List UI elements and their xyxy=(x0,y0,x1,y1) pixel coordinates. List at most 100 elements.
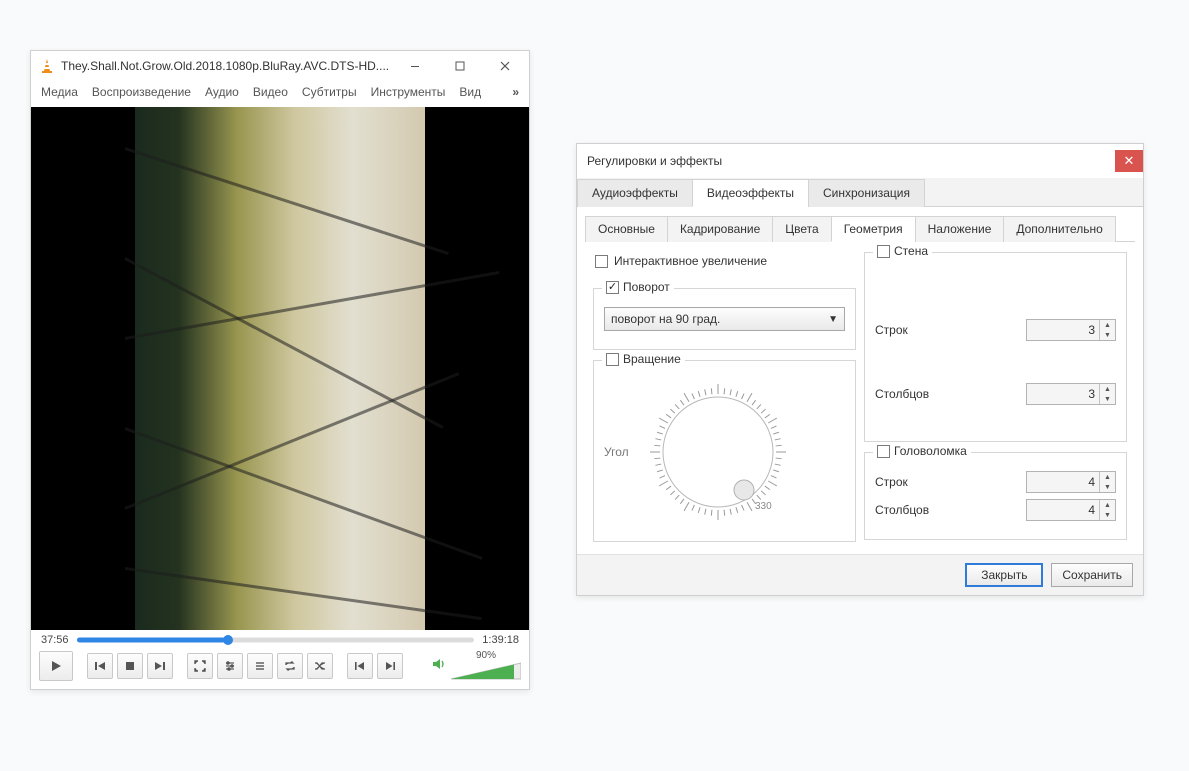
puzzle-cols-value: 4 xyxy=(1088,503,1095,517)
rotate-selected: поворот на 90 град. xyxy=(611,312,720,326)
subtab-colors[interactable]: Цвета xyxy=(772,216,831,242)
subtab-basic[interactable]: Основные xyxy=(585,216,668,242)
rotate-dropdown[interactable]: поворот на 90 град. ▼ xyxy=(604,307,845,331)
subtab-geometry[interactable]: Геометрия xyxy=(831,216,916,242)
wall-cols-value: 3 xyxy=(1088,387,1095,401)
checkbox-icon xyxy=(877,245,890,258)
puzzle-label: Головоломка xyxy=(894,444,967,458)
tab-audio-effects[interactable]: Аудиоэффекты xyxy=(577,179,693,207)
wall-cols-label: Столбцов xyxy=(875,387,1026,401)
vlc-cone-icon xyxy=(39,58,55,74)
chevron-down-icon[interactable]: ▼ xyxy=(1100,510,1115,520)
video-area[interactable] xyxy=(31,107,529,630)
menu-media[interactable]: Медиа xyxy=(35,83,84,101)
seek-slider[interactable] xyxy=(77,635,475,645)
menu-tools[interactable]: Инструменты xyxy=(365,83,452,101)
effects-footer: Закрыть Сохранить xyxy=(577,554,1143,595)
effects-title: Регулировки и эффекты xyxy=(587,154,722,168)
titlebar[interactable]: They.Shall.Not.Grow.Old.2018.1080p.BluRa… xyxy=(31,51,529,81)
chevron-down-icon: ▼ xyxy=(828,314,838,325)
chevron-down-icon[interactable]: ▼ xyxy=(1100,330,1115,340)
puzzle-cols-label: Столбцов xyxy=(875,503,1026,517)
wall-group: Стена Строк 3 ▲▼ Столбцов 3 xyxy=(864,252,1127,442)
rotate-group: Поворот поворот на 90 град. ▼ xyxy=(593,288,856,350)
wall-label: Стена xyxy=(894,244,928,258)
speaker-icon[interactable] xyxy=(431,656,447,675)
video-frame xyxy=(135,107,425,630)
wall-checkbox[interactable]: Стена xyxy=(873,244,932,258)
menu-view[interactable]: Вид xyxy=(453,83,487,101)
volume-percent: 90% xyxy=(476,650,496,661)
loop-button[interactable] xyxy=(277,653,303,679)
tab-sync[interactable]: Синхронизация xyxy=(808,179,925,207)
wall-cols-stepper[interactable]: 3 ▲▼ xyxy=(1026,383,1116,405)
puzzle-group: Головоломка Строк 4 ▲▼ Столбцов 4 ▲▼ xyxy=(864,452,1127,540)
menubar: Медиа Воспроизведение Аудио Видео Субтит… xyxy=(31,81,529,107)
volume-slider[interactable] xyxy=(451,661,521,681)
chevron-up-icon[interactable]: ▲ xyxy=(1100,320,1115,330)
interactive-zoom-label: Интерактивное увеличение xyxy=(614,254,767,268)
playlist-button[interactable] xyxy=(247,653,273,679)
rotate-checkbox[interactable]: Поворот xyxy=(602,280,674,294)
rotation-angle-tick: 330 xyxy=(755,501,772,512)
skip-back-button[interactable] xyxy=(347,653,373,679)
chevron-up-icon[interactable]: ▲ xyxy=(1100,472,1115,482)
puzzle-rows-label: Строк xyxy=(875,475,1026,489)
subtab-advanced[interactable]: Дополнительно xyxy=(1003,216,1115,242)
interactive-zoom-checkbox[interactable]: Интерактивное увеличение xyxy=(593,252,856,278)
rotation-dial[interactable]: 330 xyxy=(643,377,793,527)
subtab-crop[interactable]: Кадрирование xyxy=(667,216,773,242)
puzzle-rows-value: 4 xyxy=(1088,475,1095,489)
checkbox-icon xyxy=(606,281,619,294)
minimize-button[interactable] xyxy=(392,52,437,80)
rotation-label: Вращение xyxy=(623,352,681,366)
chevron-down-icon[interactable]: ▼ xyxy=(1100,482,1115,492)
shuffle-button[interactable] xyxy=(307,653,333,679)
window-title: They.Shall.Not.Grow.Old.2018.1080p.BluRa… xyxy=(61,59,392,73)
rotation-group: Вращение Угол 330 xyxy=(593,360,856,542)
chevron-up-icon[interactable]: ▲ xyxy=(1100,500,1115,510)
close-button[interactable]: Закрыть xyxy=(965,563,1043,587)
save-button[interactable]: Сохранить xyxy=(1051,563,1133,587)
close-button[interactable] xyxy=(482,52,527,80)
rotation-angle-label: Угол xyxy=(604,445,629,459)
wall-rows-label: Строк xyxy=(875,323,1026,337)
maximize-button[interactable] xyxy=(437,52,482,80)
next-track-button[interactable] xyxy=(147,653,173,679)
chevron-up-icon[interactable]: ▲ xyxy=(1100,384,1115,394)
puzzle-rows-stepper[interactable]: 4 ▲▼ xyxy=(1026,471,1116,493)
menu-subtitles[interactable]: Субтитры xyxy=(296,83,363,101)
stop-button[interactable] xyxy=(117,653,143,679)
vlc-main-window: They.Shall.Not.Grow.Old.2018.1080p.BluRa… xyxy=(30,50,530,690)
video-effects-subtabstrip: Основные Кадрирование Цвета Геометрия На… xyxy=(585,215,1135,242)
controls-row: 90% xyxy=(31,648,529,689)
extended-settings-button[interactable] xyxy=(217,653,243,679)
skip-fwd-button[interactable] xyxy=(377,653,403,679)
checkbox-icon xyxy=(606,353,619,366)
menu-overflow-icon[interactable]: » xyxy=(506,85,525,99)
prev-track-button[interactable] xyxy=(87,653,113,679)
rotation-checkbox[interactable]: Вращение xyxy=(602,352,685,366)
effects-titlebar[interactable]: Регулировки и эффекты ✕ xyxy=(577,144,1143,178)
checkbox-icon xyxy=(595,255,608,268)
subtab-overlay[interactable]: Наложение xyxy=(915,216,1005,242)
time-total[interactable]: 1:39:18 xyxy=(482,634,519,646)
rotate-label: Поворот xyxy=(623,280,670,294)
wall-rows-stepper[interactable]: 3 ▲▼ xyxy=(1026,319,1116,341)
puzzle-cols-stepper[interactable]: 4 ▲▼ xyxy=(1026,499,1116,521)
puzzle-checkbox[interactable]: Головоломка xyxy=(873,444,971,458)
tab-video-effects[interactable]: Видеоэффекты xyxy=(692,179,809,207)
effects-close-button[interactable]: ✕ xyxy=(1115,150,1143,172)
wall-rows-value: 3 xyxy=(1088,323,1095,337)
chevron-down-icon[interactable]: ▼ xyxy=(1100,394,1115,404)
play-button[interactable] xyxy=(39,651,73,681)
menu-audio[interactable]: Аудио xyxy=(199,83,245,101)
effects-dialog: Регулировки и эффекты ✕ Аудиоэффекты Вид… xyxy=(576,143,1144,596)
menu-playback[interactable]: Воспроизведение xyxy=(86,83,197,101)
time-elapsed[interactable]: 37:56 xyxy=(41,634,69,646)
seek-row: 37:56 1:39:18 xyxy=(31,630,529,648)
checkbox-icon xyxy=(877,445,890,458)
effects-main-tabstrip: Аудиоэффекты Видеоэффекты Синхронизация xyxy=(577,178,1143,207)
menu-video[interactable]: Видео xyxy=(247,83,294,101)
fullscreen-button[interactable] xyxy=(187,653,213,679)
